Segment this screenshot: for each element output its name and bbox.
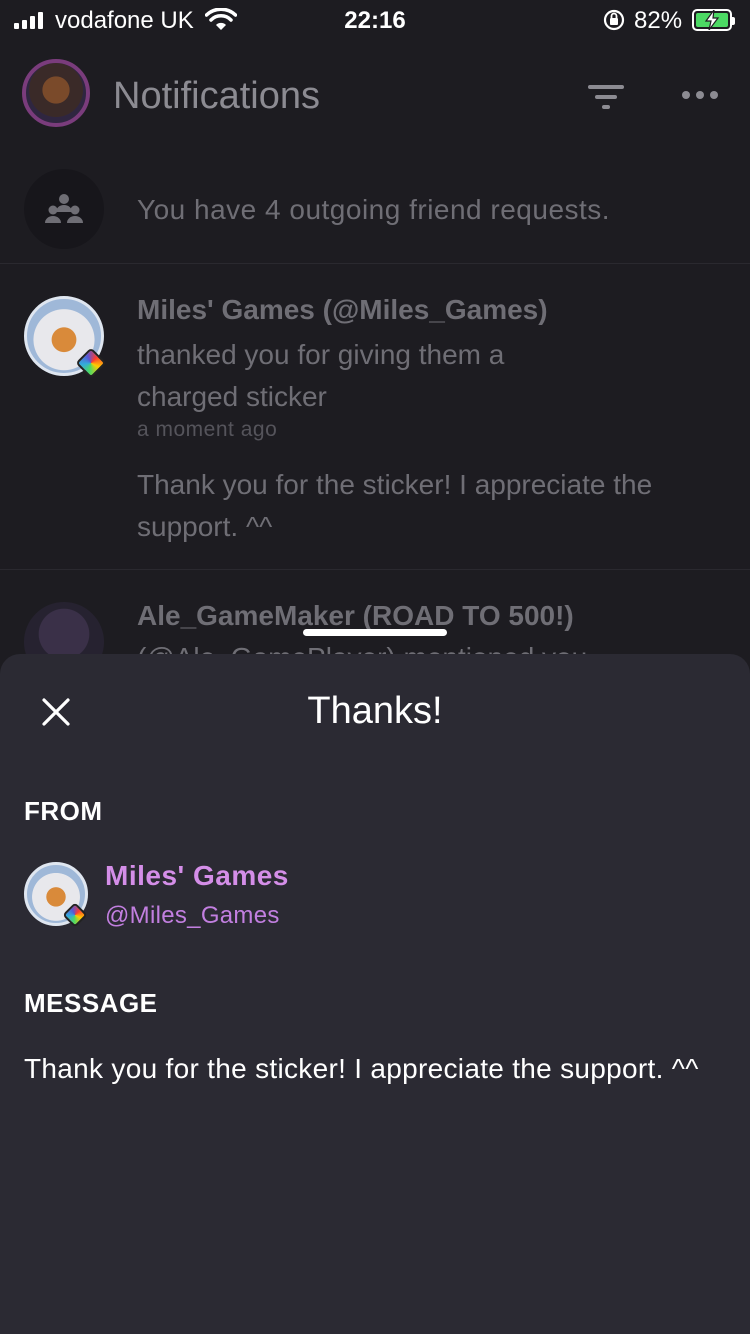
notification-user-name[interactable]: Miles' Games (@Miles_Games) (137, 294, 548, 326)
user-avatar[interactable] (24, 602, 104, 660)
friend-requests-text: You have 4 outgoing friend requests. (137, 194, 611, 225)
battery-icon (692, 9, 735, 31)
friend-requests-row[interactable]: You have 4 outgoing friend requests. (0, 166, 750, 264)
orientation-lock-icon (603, 9, 625, 31)
from-label: FROM (24, 796, 103, 826)
sheet-grabber[interactable] (303, 629, 447, 636)
status-bar: vodafone UK 22:16 82% (0, 0, 750, 40)
notification-item[interactable]: Miles' Games (@Miles_Games) thanked you … (0, 264, 750, 570)
friends-icon (24, 169, 104, 249)
sender-handle[interactable]: @Miles_Games (105, 902, 280, 930)
thanks-sheet: Thanks! FROM Miles' Games @Miles_Games M… (0, 654, 750, 1334)
notification-user-name[interactable]: Ale_GameMaker (ROAD TO 500!) (137, 600, 574, 632)
battery-percent: 82% (634, 7, 683, 34)
notification-message: Thank you for the sticker! I appreciate … (137, 469, 653, 542)
sheet-title: Thanks! (307, 690, 443, 732)
notification-time: a moment ago (137, 418, 278, 441)
message-label: MESSAGE (24, 988, 158, 1018)
page-title: Notifications (113, 75, 320, 117)
sender-name[interactable]: Miles' Games (105, 860, 289, 892)
profile-avatar[interactable] (22, 59, 90, 127)
filter-icon[interactable] (586, 83, 626, 111)
notification-item[interactable]: Ale_GameMaker (ROAD TO 500!) (@Ale_GameP… (0, 570, 750, 660)
header: Notifications (0, 55, 750, 145)
more-icon[interactable] (682, 91, 718, 99)
notification-action: thanked you for giving them a charged st… (137, 339, 505, 412)
message-text: Thank you for the sticker! I appreciate … (24, 1053, 699, 1084)
